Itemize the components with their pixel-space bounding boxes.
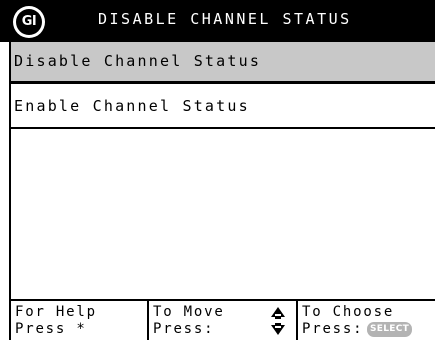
help-hint: For Help Press * — [11, 301, 149, 340]
menu-item-disable-channel-status[interactable]: Disable Channel Status — [11, 42, 435, 84]
help-footer: For Help Press * To Move Press: To Choos… — [9, 299, 435, 340]
menu-item-label: Disable Channel Status — [14, 52, 262, 70]
choose-hint: To Choose Press: SELECT — [298, 301, 435, 340]
gi-logo: GI — [13, 6, 45, 38]
choose-hint-line2: Press: — [302, 321, 364, 337]
choose-hint-line1: To Choose — [302, 304, 395, 320]
up-down-arrows-icon — [271, 307, 285, 335]
menu-item-enable-channel-status[interactable]: Enable Channel Status — [11, 87, 435, 129]
move-hint-line2: Press: — [153, 321, 215, 337]
help-hint-line1: For Help — [15, 304, 97, 320]
page-title: DISABLE CHANNEL STATUS — [98, 10, 352, 28]
help-hint-line2: Press * — [15, 321, 87, 337]
move-hint-line1: To Move — [153, 304, 225, 320]
channel-status-screen: GI DISABLE CHANNEL STATUS Disable Channe… — [0, 0, 435, 340]
select-key-icon: SELECT — [367, 322, 413, 337]
gi-logo-text: GI — [16, 9, 42, 35]
menu-item-label: Enable Channel Status — [14, 97, 250, 115]
menu-list: Disable Channel Status Enable Channel St… — [9, 42, 435, 299]
move-hint: To Move Press: — [149, 301, 298, 340]
title-bar: GI DISABLE CHANNEL STATUS — [0, 0, 435, 42]
